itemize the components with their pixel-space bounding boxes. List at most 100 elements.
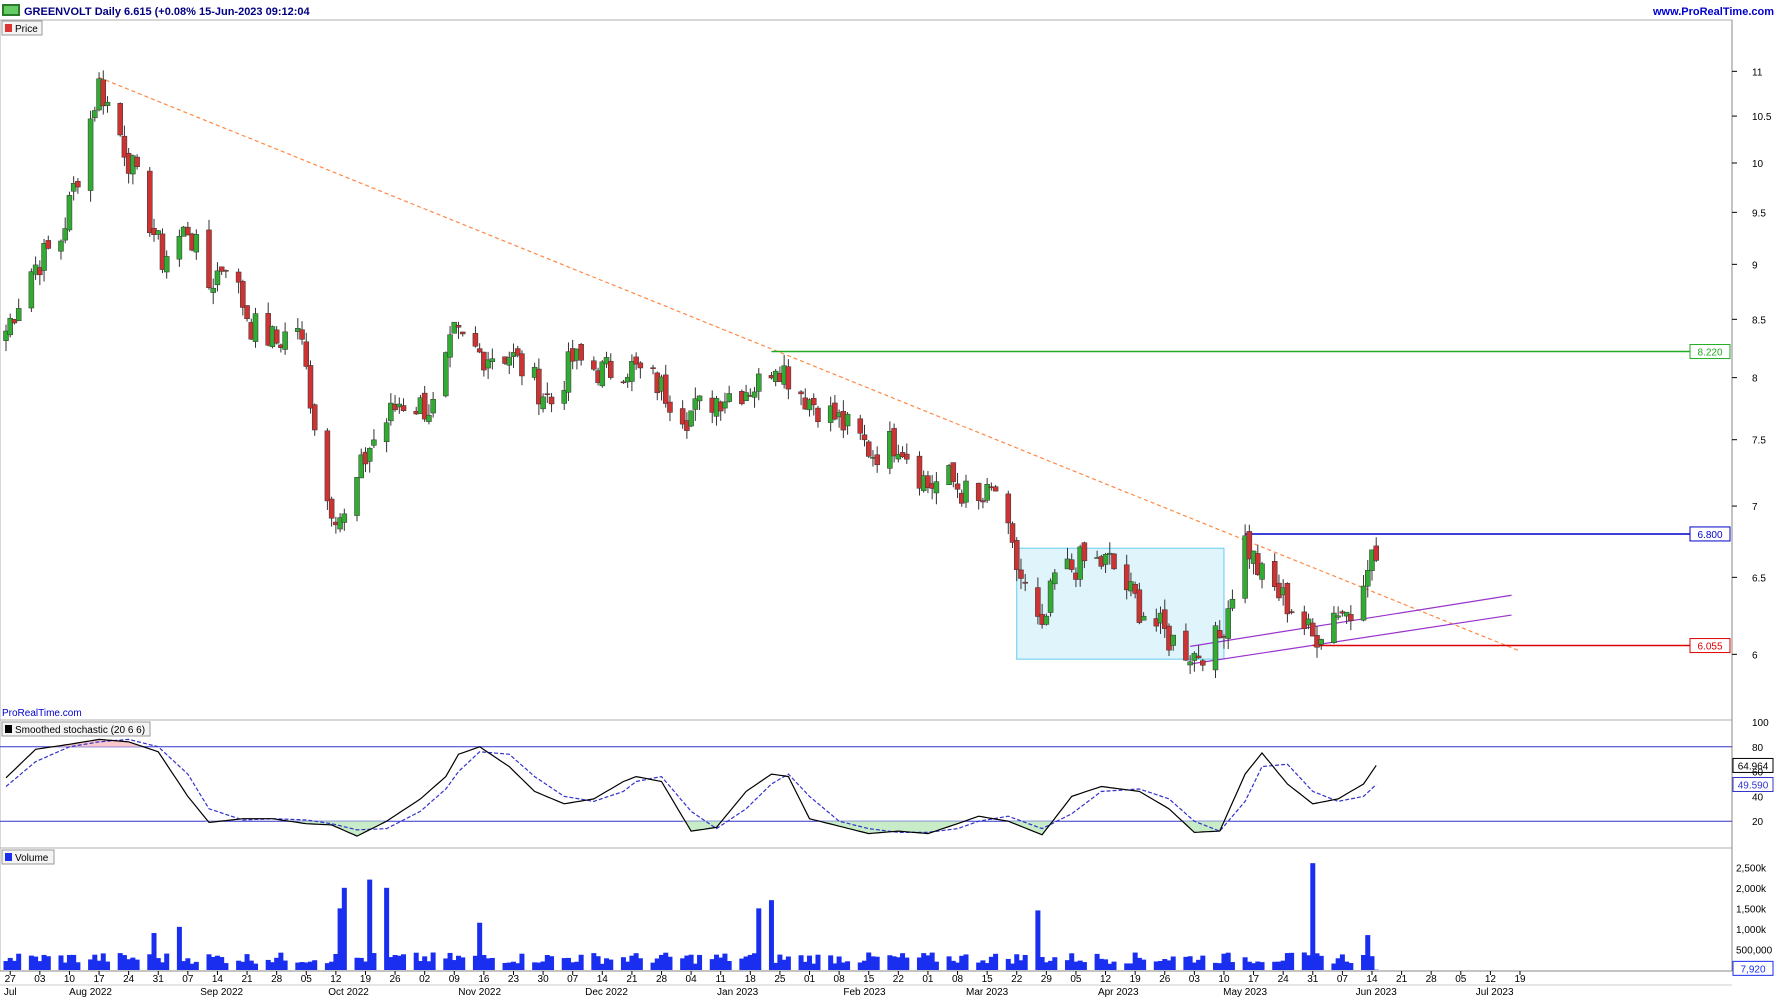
x-axis-day-label: 26 [390, 974, 402, 985]
candle-body [311, 404, 318, 431]
volume-bar [1318, 955, 1324, 970]
x-axis-day-label: 19 [1514, 974, 1526, 985]
volume-bar [341, 887, 347, 970]
candle-body [696, 395, 703, 402]
candle-body [608, 360, 614, 378]
x-axis-day-label: 12 [330, 974, 342, 985]
candle-body [62, 228, 68, 241]
candle-body [810, 398, 817, 406]
candle-body [223, 270, 229, 272]
candle-body [303, 341, 310, 367]
x-axis-day-label: 16 [478, 974, 490, 985]
x-axis-month-label: Dec 2022 [585, 987, 628, 998]
x-axis-month-label: Feb 2023 [843, 987, 886, 998]
candle-body [544, 393, 551, 395]
volume-pane: Volume [0, 847, 1733, 972]
candle-body [688, 410, 694, 427]
price-axis-tick-label: 8.5 [1752, 315, 1766, 326]
candle-body [1318, 639, 1324, 645]
x-axis-day-label: 05 [301, 974, 313, 985]
volume-bar [667, 956, 673, 970]
x-axis-day-label: 17 [93, 974, 105, 985]
chart-canvas: GREENVOLT Daily 6.615 (+0.08% 15-Jun-202… [0, 0, 1778, 1000]
candle-body [66, 195, 73, 231]
price-tag-label: 6.055 [1697, 642, 1722, 653]
candle-body [650, 367, 656, 369]
site-link[interactable]: www.ProRealTime.com [1652, 6, 1774, 18]
x-axis-day-label: 09 [449, 974, 461, 985]
candle-body [1195, 655, 1202, 659]
x-axis-day-label: 24 [1278, 974, 1290, 985]
candle-body [75, 181, 81, 188]
x-axis-day-label: 14 [597, 974, 609, 985]
candle-body [1005, 493, 1012, 524]
price-axis-tick-label: 7.5 [1752, 436, 1766, 447]
axes-layer: 6 6.5 7 7.5 8 8.5 9 9.5 10 10.5 11 20 40 60 80 100 500,0… [4, 67, 1773, 998]
volume-bar [193, 961, 199, 970]
stoch-overbought-fill [6, 739, 1377, 747]
candle-body [1373, 545, 1379, 561]
price-label: Price [15, 24, 38, 35]
candle-body [1170, 634, 1176, 646]
x-axis-day-label: 17 [1248, 974, 1260, 985]
x-axis-day-label: 30 [538, 974, 550, 985]
candle-body [548, 396, 555, 405]
candle-body [1022, 581, 1028, 584]
x-axis-day-label: 28 [271, 974, 283, 985]
candle-body [865, 441, 872, 457]
x-axis-day-label: 15 [863, 974, 875, 985]
x-axis-day-label: 27 [5, 974, 17, 985]
app-logo-icon [2, 4, 20, 16]
volume-axis-tick-label: 1,000k [1736, 925, 1767, 936]
stoch-axis-tick-label: 20 [1752, 817, 1764, 828]
stochastic-label: Smoothed stochastic (20 6 6) [15, 725, 145, 736]
stoch-oversold-fill [6, 821, 1377, 837]
price-axis-tick-label: 10.5 [1752, 112, 1772, 123]
candle-body [1200, 660, 1206, 666]
candle-body [933, 481, 940, 494]
volume-bar [549, 956, 555, 970]
candle-body [206, 229, 212, 289]
candle-body [307, 365, 314, 409]
candle-body [15, 308, 22, 322]
candle-body [371, 439, 377, 446]
candle-body [785, 366, 792, 390]
x-axis-day-label: 28 [656, 974, 668, 985]
candle-body [1187, 661, 1193, 666]
candle-body [1111, 553, 1117, 570]
volume-bar [1052, 957, 1058, 970]
candle-body [1013, 540, 1020, 570]
candle-body [92, 110, 98, 119]
candle-body [980, 500, 986, 503]
candle-body [1310, 622, 1316, 637]
candle-body [400, 405, 407, 411]
candle-body [193, 234, 200, 253]
x-axis-day-label: 18 [745, 974, 757, 985]
candle-body [874, 454, 880, 466]
volume-label: Volume [15, 853, 49, 864]
candle-body [147, 170, 153, 234]
price-axis-tick-label: 8 [1752, 374, 1758, 385]
volume-bar [312, 960, 318, 970]
price-layer: 8.220 6.800 6.055 [3, 70, 1731, 679]
x-axis-day-label: 03 [34, 974, 46, 985]
candle-body [104, 101, 111, 106]
volume-bar [519, 953, 525, 970]
x-axis-day-label: 29 [1041, 974, 1053, 985]
candle-body [324, 430, 331, 502]
price-axis-tick-label: 9.5 [1752, 208, 1766, 219]
volume-axis-tick-label: 2,500k [1736, 863, 1767, 874]
volume-bar [401, 954, 407, 970]
stoch-axis-tick-label: 80 [1752, 743, 1764, 754]
candle-body [726, 393, 732, 402]
volume-bar [430, 952, 436, 970]
candle-body [992, 486, 999, 492]
volume-bar [1081, 962, 1087, 970]
candle-body [1259, 563, 1265, 580]
chart-title: GREENVOLT Daily 6.615 (+0.08% 15-Jun-202… [24, 6, 311, 18]
volume-bar [371, 953, 377, 970]
x-axis-day-label: 21 [626, 974, 638, 985]
candle-body [599, 361, 606, 387]
candle-body [134, 156, 140, 167]
candle-body [210, 287, 216, 293]
